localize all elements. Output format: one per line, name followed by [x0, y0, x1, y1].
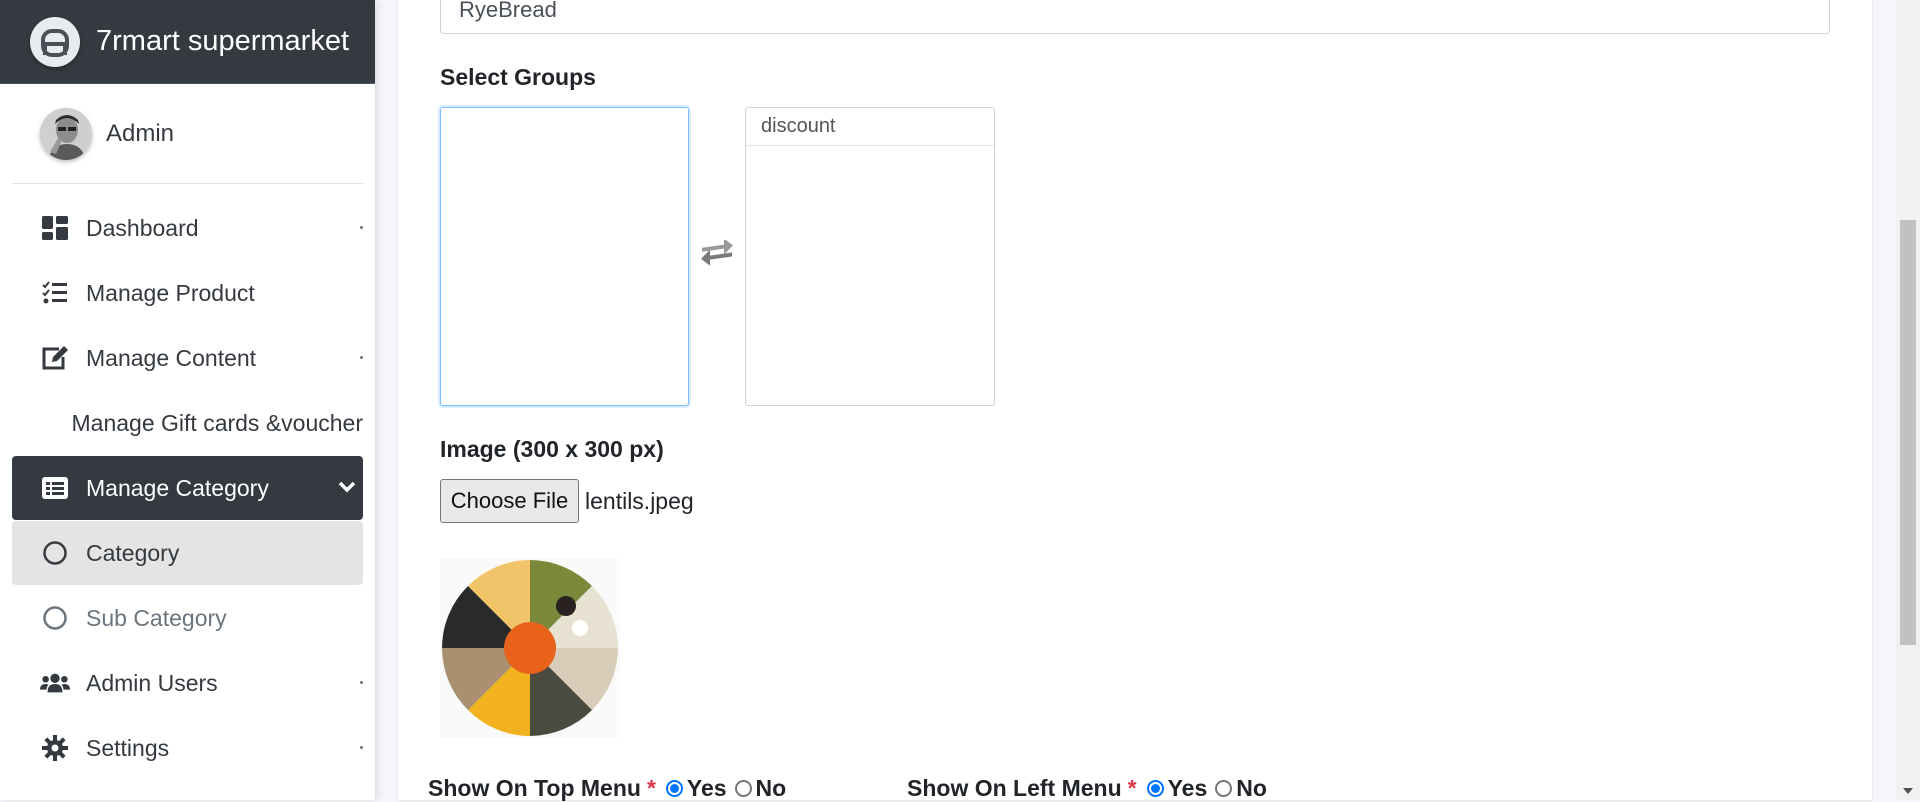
sidebar-item-label: Manage Category: [86, 474, 269, 501]
more-indicator-icon: [360, 681, 363, 684]
sidebar-item-admin-users[interactable]: Admin Users: [12, 651, 363, 715]
user-name: Admin: [106, 119, 175, 147]
image-preview: [440, 558, 620, 738]
avatar: [40, 107, 92, 160]
sidebar-item-settings[interactable]: Settings: [12, 716, 363, 780]
more-indicator-icon: [360, 746, 363, 749]
show-on-left-menu-label: Show On Left Menu: [907, 775, 1122, 801]
brand-name: 7rmart supermarket: [96, 25, 350, 57]
top-menu-yes-label[interactable]: Yes: [687, 775, 727, 802]
sidebar-item-category[interactable]: Category: [12, 521, 363, 585]
more-indicator-icon: [360, 226, 363, 229]
left-menu-no-label[interactable]: No: [1236, 775, 1267, 802]
more-indicator-icon: [360, 356, 363, 359]
sidebar-item-dashboard[interactable]: Dashboard: [12, 196, 363, 260]
available-groups-listbox[interactable]: [440, 107, 689, 406]
selected-groups-listbox[interactable]: discount: [745, 107, 995, 406]
left-menu-yes-label[interactable]: Yes: [1168, 775, 1208, 802]
show-on-top-menu-field: Show On Top Menu * Yes No: [428, 775, 786, 802]
sidebar-item-label: Category: [86, 539, 180, 566]
user-panel[interactable]: Admin: [12, 84, 363, 184]
sidebar-item-label: Manage Gift cards &voucher: [71, 409, 363, 436]
left-menu-yes-radio[interactable]: [1146, 780, 1164, 797]
sidebar-item-label: Admin Users: [86, 669, 218, 696]
scroll-down-arrow-icon[interactable]: [1903, 788, 1913, 794]
sidebar-item-manage-content[interactable]: Manage Content: [12, 326, 363, 390]
sidebar-item-sub-category[interactable]: Sub Category: [12, 586, 363, 650]
top-menu-no-radio[interactable]: [734, 780, 752, 797]
choose-file-button[interactable]: Choose File: [440, 479, 579, 523]
chevron-down-icon: [337, 476, 357, 503]
show-on-left-menu-field: Show On Left Menu * Yes No: [907, 775, 1267, 802]
left-menu-no-radio[interactable]: [1215, 780, 1233, 797]
sidebar-item-label: Manage Product: [86, 279, 255, 306]
show-on-top-menu-label: Show On Top Menu: [428, 775, 641, 801]
sidebar-item-manage-product[interactable]: Manage Product: [12, 261, 363, 325]
brand-logo-icon: [30, 16, 80, 67]
circle-icon: [40, 603, 70, 633]
top-menu-no-label[interactable]: No: [756, 775, 787, 802]
image-label: Image (300 x 300 px): [440, 436, 664, 462]
sidebar: 7rmart supermarket Admin Dashboard Manag…: [0, 0, 375, 800]
scrollbar-thumb[interactable]: [1900, 220, 1916, 645]
page-scrollbar[interactable]: [1896, 0, 1920, 800]
sidebar-item-manage-gift-cards[interactable]: Manage Gift cards &voucher: [12, 391, 363, 455]
tasks-list-icon: [40, 278, 70, 308]
sidebar-item-label: Dashboard: [86, 214, 199, 241]
category-name-input[interactable]: RyeBread: [440, 0, 1830, 34]
swap-arrows-icon[interactable]: [700, 238, 734, 275]
selected-file-name: lentils.jpeg: [585, 488, 694, 514]
sidebar-item-label: Manage Content: [86, 344, 257, 371]
edit-icon: [40, 343, 70, 373]
users-icon: [40, 668, 70, 698]
circle-icon: [40, 538, 70, 568]
sidebar-item-label: Sub Category: [86, 604, 227, 631]
sidebar-nav: Dashboard Manage Product Manage Content …: [0, 196, 375, 780]
sidebar-item-manage-category[interactable]: Manage Category: [12, 456, 363, 520]
required-marker: *: [646, 775, 656, 801]
dashboard-icon: [40, 213, 70, 243]
gear-icon: [40, 733, 70, 763]
list-alt-icon: [40, 473, 70, 503]
required-marker: *: [1127, 775, 1137, 801]
list-item[interactable]: discount: [746, 108, 994, 146]
sidebar-item-label: Settings: [86, 734, 170, 761]
top-menu-yes-radio[interactable]: [665, 780, 683, 797]
brand-link[interactable]: 7rmart supermarket: [0, 0, 375, 84]
select-groups-label: Select Groups: [440, 64, 596, 90]
